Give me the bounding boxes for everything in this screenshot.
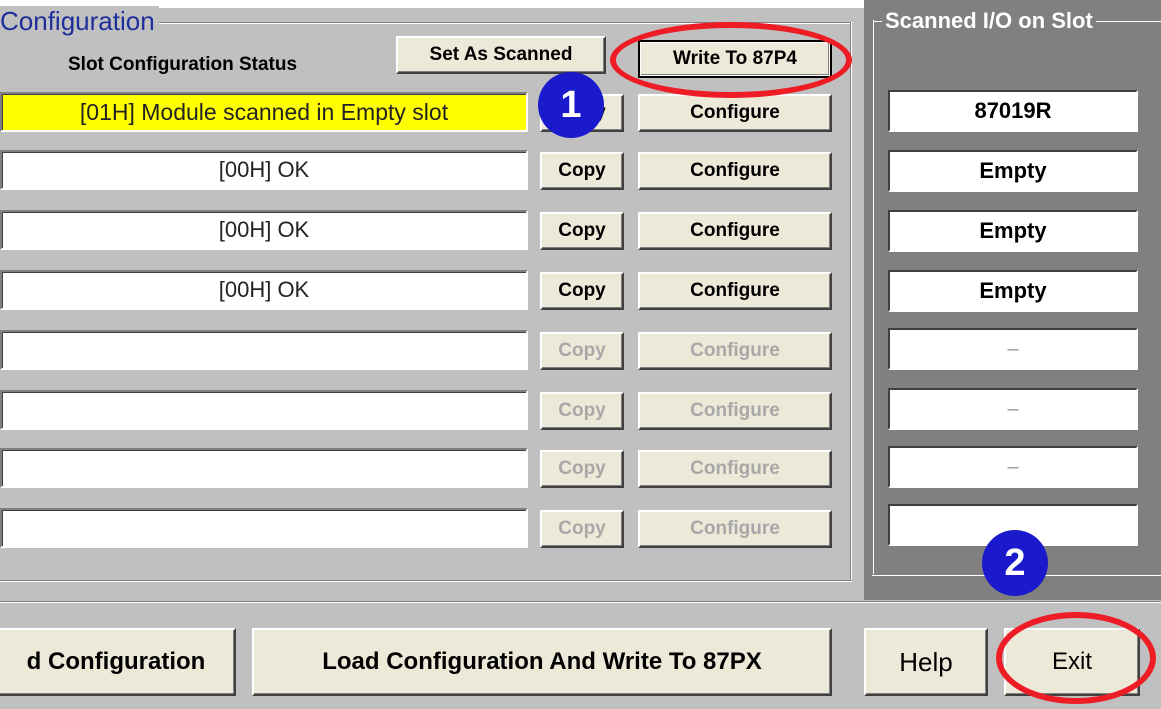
copy-button-5[interactable]: Copy <box>540 332 624 370</box>
configure-button-8[interactable]: Configure <box>638 510 832 548</box>
configure-button-4[interactable]: Configure <box>638 272 832 310</box>
scanned-io-slot-2: Empty <box>888 150 1138 192</box>
scanned-io-slot-4: Empty <box>888 270 1138 312</box>
slot-status-header: Slot Configuration Status <box>68 54 298 75</box>
scanned-io-slot-1: 87019R <box>888 90 1138 132</box>
configuration-window: Configuration Slot Configuration Status … <box>0 0 1161 709</box>
configure-button-5[interactable]: Configure <box>638 332 832 370</box>
copy-button-8[interactable]: Copy <box>540 510 624 548</box>
scanned-io-title: Scanned I/O on Slot <box>882 8 1096 34</box>
bottom-separator <box>0 601 1161 603</box>
group-border-bottom <box>0 580 852 582</box>
slot-status-field-7 <box>0 448 528 488</box>
group-border-right <box>850 22 852 582</box>
configure-button-7[interactable]: Configure <box>638 450 832 488</box>
configure-button-6[interactable]: Configure <box>638 392 832 430</box>
configure-button-1[interactable]: Configure <box>638 94 832 132</box>
scanned-io-slot-3: Empty <box>888 210 1138 252</box>
copy-button-7[interactable]: Copy <box>540 450 624 488</box>
highlight-ring-exit <box>996 612 1156 704</box>
slot-status-field-6 <box>0 390 528 430</box>
slot-status-field-4: [00H] OK <box>0 270 528 310</box>
group-title: Configuration <box>0 6 159 36</box>
copy-button-2[interactable]: Copy <box>540 152 624 190</box>
highlight-ring-write <box>610 22 852 98</box>
slot-status-field-1: [01H] Module scanned in Empty slot <box>0 92 528 132</box>
scanned-io-slot-5: – <box>888 328 1138 370</box>
step-1-badge: 1 <box>538 72 604 138</box>
slot-status-field-2: [00H] OK <box>0 150 528 190</box>
set-as-scanned-button[interactable]: Set As Scanned <box>396 36 606 74</box>
copy-button-4[interactable]: Copy <box>540 272 624 310</box>
scanned-io-slot-6: – <box>888 388 1138 430</box>
slot-status-field-3: [00H] OK <box>0 210 528 250</box>
slot-status-field-8 <box>0 508 528 548</box>
scanned-io-slot-7: – <box>888 446 1138 488</box>
help-button[interactable]: Help <box>864 628 988 696</box>
step-2-badge: 2 <box>982 530 1048 596</box>
scanned-io-border-left <box>872 20 874 576</box>
slot-status-field-5 <box>0 330 528 370</box>
configure-button-3[interactable]: Configure <box>638 212 832 250</box>
save-configuration-button[interactable]: d Configuration <box>0 628 236 696</box>
load-and-write-button[interactable]: Load Configuration And Write To 87PX <box>252 628 832 696</box>
copy-button-3[interactable]: Copy <box>540 212 624 250</box>
copy-button-6[interactable]: Copy <box>540 392 624 430</box>
configure-button-2[interactable]: Configure <box>638 152 832 190</box>
